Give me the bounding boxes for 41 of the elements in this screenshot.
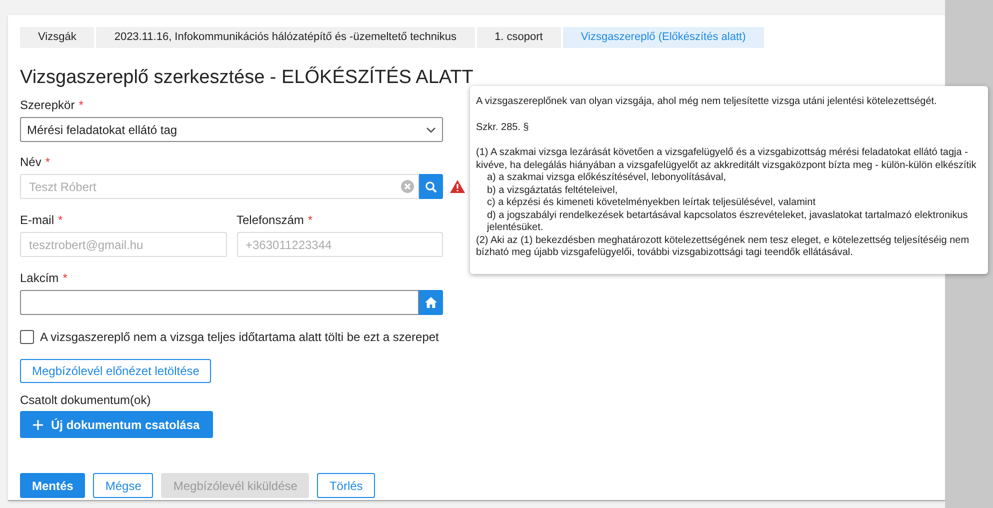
required-mark: * [308,213,313,227]
tooltip-text: b) a vizsgáztatás feltételeivel, [486,184,619,197]
required-mark: * [78,98,84,112]
field-label: Telefonszám [236,213,304,227]
plus-icon [33,420,43,430]
attach-document-button[interactable]: Új dokumentum csatolása [20,411,213,438]
tooltip-text: a) a szakmai vizsga előkészítésével, lebonyolításával, [486,172,728,184]
role-select[interactable]: Mérési feladatokat ellátó tag [20,117,443,142]
action-button[interactable]: Törlés [317,473,375,498]
clear-icon[interactable] [401,180,414,193]
tooltip-text: (2) Aki az (1) bekezdésben meghatározott kötelezettségének nem tesz eleget, e kötelezettség teljesítéséig nem bízható meg újabb vizsgafelügyelői, további vizsgabizottsági tagi teendők ellátásával. [476,234,970,260]
required-mark: * [62,271,68,285]
tooltip-text: A vizsgaszereplőnek van olyan vizsgája, ahol még nem teljesítette vizsga utáni jelentési kötelezettségét. [476,96,938,108]
home-icon [425,297,437,308]
breadcrumb-item[interactable]: Vizsgák [20,27,96,48]
field-label: Szerepkör [20,98,75,112]
search-button[interactable] [419,174,443,199]
tooltip-text: Szkr. 285. § [476,122,530,134]
field-label: Lakcím [20,271,59,285]
address-field[interactable] [20,290,419,315]
preview-download-button[interactable]: Megbízólevél előnézet letöltése [20,359,212,383]
tooltip-text: c) a képzési és kimeneti követelményekben leírtak teljesülésével, valamint [486,197,816,210]
breadcrumb-item[interactable]: 2023.11.16, Infokommunikációs hálózatépítő és -üzemeltető technikus [96,27,477,48]
input-field[interactable]: tesztrobert@gmail.hu [20,232,226,257]
input-field[interactable]: +363011223344 [236,232,443,257]
required-mark: * [58,213,63,227]
home-button[interactable] [419,290,443,315]
attachments-label: Csatolt dokumentum(ok) [20,393,151,407]
field-label: Név [20,155,42,169]
page-title: Vizsgaszereplő szerkesztése - ELŐKÉSZÍTÉS ALATT [20,67,474,89]
checkbox[interactable] [20,330,34,344]
action-button[interactable]: Mégse [93,473,154,498]
tooltip-text: d) a jogszabályi rendelkezések betartásával kapcsolatos észrevételeket, javaslatokat tartalmazó elektronikus jelentésüket. [486,210,969,234]
chevron-down-icon [426,126,436,132]
input-field[interactable]: Teszt Róbert [20,174,419,199]
breadcrumb-item[interactable]: Vizsgaszereplő (Előkészítés alatt) [562,27,766,48]
required-mark: * [45,155,50,169]
checkbox-label: A vizsgaszereplő nem a vizsga teljes időtartama alatt tölti be ezt a szerepet [40,329,439,346]
action-button[interactable]: Mentés [20,473,86,498]
search-icon [425,180,437,192]
field-label: E-mail [20,213,54,227]
